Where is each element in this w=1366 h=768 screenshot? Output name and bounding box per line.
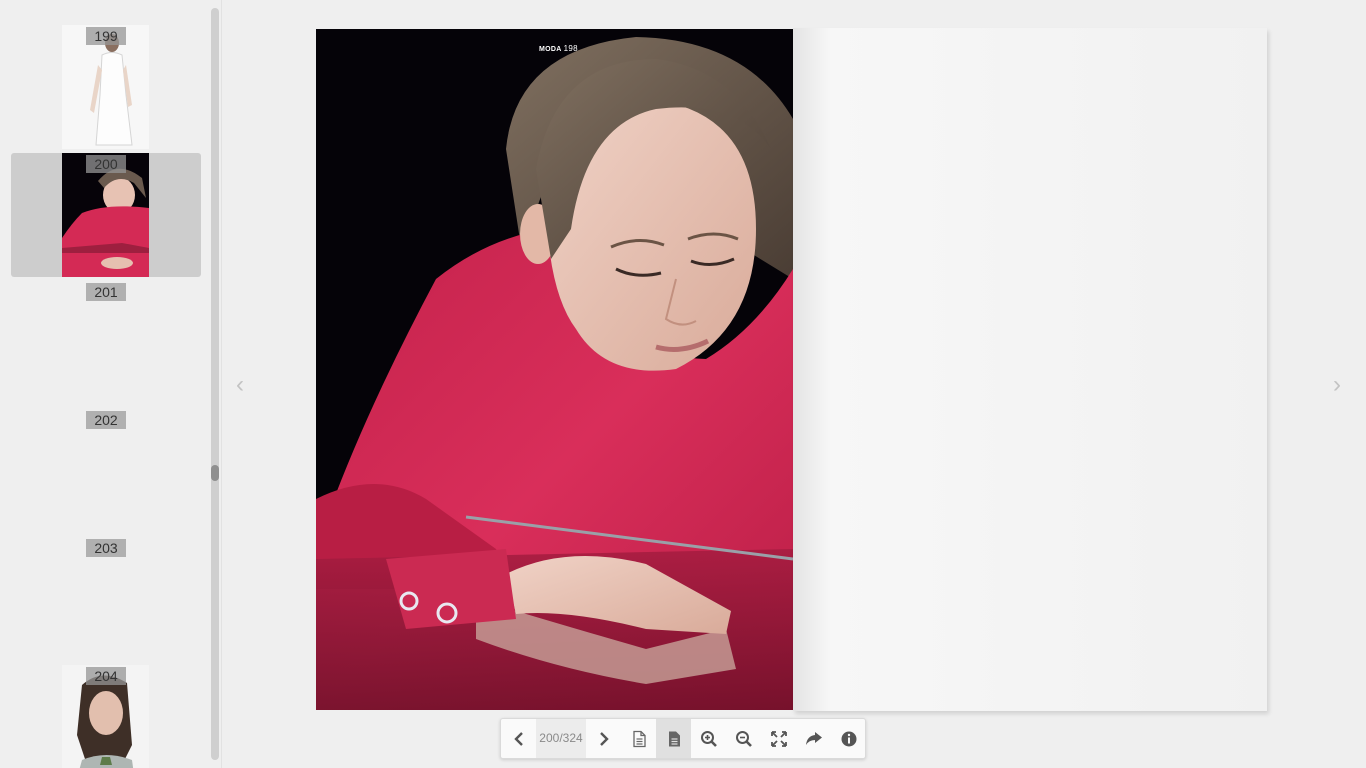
page-indicator[interactable]: 200/324 (536, 719, 586, 758)
thumbnail-sidebar: 199 200 201 202 203 204 (0, 0, 222, 768)
thumbnail-label: 201 (86, 283, 126, 301)
thumbnail-204[interactable]: 204 (11, 665, 201, 768)
viewer-toolbar: 200/324 (500, 718, 866, 759)
share-button[interactable] (796, 719, 831, 758)
left-page[interactable]: MODA 198 (316, 29, 793, 710)
thumbnail-label: 204 (86, 667, 126, 685)
scrollbar-thumb[interactable] (211, 465, 219, 481)
magazine-viewer: 199 200 201 202 203 204 ‹ › MODA 198 200… (0, 0, 1366, 768)
print-page-number: 198 (563, 44, 578, 53)
fashion-photo (316, 29, 793, 710)
zoom-in-button[interactable] (691, 719, 726, 758)
zoom-out-icon (735, 730, 752, 747)
previous-page-arrow-icon[interactable]: ‹ (232, 372, 248, 398)
sidebar-scrollbar[interactable] (211, 8, 219, 760)
thumbnail-201[interactable]: 201 (11, 281, 201, 405)
info-icon (841, 731, 856, 746)
thumbnail-199[interactable]: 199 (11, 25, 201, 149)
page-header: MODA 198 (539, 44, 578, 53)
thumbnail-label: 200 (86, 155, 126, 173)
double-page-view-button[interactable] (656, 719, 691, 758)
thumbnail-label: 203 (86, 539, 126, 557)
chevron-left-icon (513, 731, 523, 746)
book-spread: MODA 198 (316, 28, 1268, 711)
thumbnail-label: 202 (86, 411, 126, 429)
thumbnail-202[interactable]: 202 (11, 409, 201, 533)
zoom-out-button[interactable] (726, 719, 761, 758)
zoom-in-icon (700, 730, 717, 747)
chevron-right-icon (599, 731, 609, 746)
prev-page-button[interactable] (501, 719, 536, 758)
thumbnail-203[interactable]: 203 (11, 537, 201, 661)
info-button[interactable] (831, 719, 866, 758)
double-page-icon (668, 731, 680, 746)
right-page[interactable] (793, 28, 1267, 711)
single-page-view-button[interactable] (621, 719, 656, 758)
thumbnail-200[interactable]: 200 (11, 153, 201, 277)
fullscreen-button[interactable] (761, 719, 796, 758)
next-page-arrow-icon[interactable]: › (1329, 372, 1345, 398)
fullscreen-icon (770, 730, 787, 747)
next-page-button[interactable] (586, 719, 621, 758)
single-page-icon (632, 730, 646, 747)
share-icon (805, 731, 822, 745)
thumbnail-label: 199 (86, 27, 126, 45)
section-name: MODA (539, 46, 562, 53)
